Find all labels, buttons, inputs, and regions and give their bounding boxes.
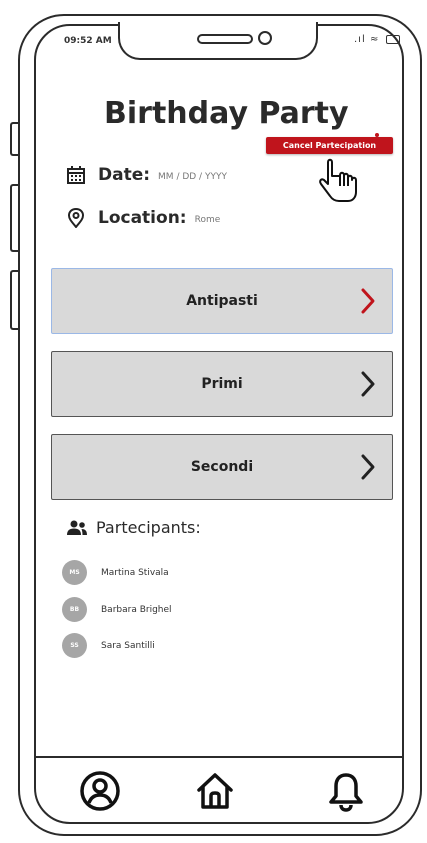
status-icons: .ıl ≈ [354,34,400,45]
camera-icon [258,31,272,45]
course-button-antipasti[interactable]: Antipasti [51,268,393,334]
chevron-right-icon [361,288,375,314]
participant-item[interactable]: SS Sara Santilli [62,633,155,658]
avatar: SS [62,633,87,658]
phone-side-button [10,270,18,330]
wifi-icon: ≈ [369,34,380,45]
bottom-nav-divider [36,756,402,758]
status-time: 09:52 AM [64,36,112,46]
date-label: Date: [98,165,151,185]
location-label: Location: [98,208,187,228]
date-value[interactable]: MM / DD / YYYY [158,172,227,182]
profile-icon[interactable] [79,770,121,812]
date-row: Date: MM / DD / YYYY [66,165,227,185]
avatar: MS [62,560,87,585]
page-title: Birthday Party [104,96,349,131]
chevron-right-icon [361,371,375,397]
cancel-participation-button[interactable]: Cancel Partecipation [266,137,393,154]
participants-heading: Partecipants: [66,518,201,537]
course-button-secondi[interactable]: Secondi [51,434,393,500]
calendar-icon [67,166,85,184]
chevron-right-icon [361,454,375,480]
bell-icon[interactable] [325,770,367,812]
participant-name: Martina Stivala [101,567,169,578]
pointer-hand-icon [319,158,357,202]
people-icon [67,520,87,535]
participant-item[interactable]: BB Barbara Brighel [62,597,172,622]
course-label: Secondi [190,459,254,475]
participant-name: Barbara Brighel [101,604,172,615]
phone-side-button [10,122,18,156]
speaker-icon [197,34,253,44]
location-pin-icon [67,208,85,228]
location-row: Location: Rome [66,208,220,228]
location-value: Rome [194,214,221,225]
avatar: BB [62,597,87,622]
participant-name: Sara Santilli [101,640,155,651]
battery-icon [385,34,400,44]
phone-side-button [10,184,18,252]
course-label: Antipasti [186,293,258,309]
signal-icon: .ıl [354,34,366,45]
participants-label: Partecipants: [96,518,201,537]
home-icon[interactable] [194,770,236,812]
participant-item[interactable]: MS Martina Stivala [62,560,169,585]
course-button-primi[interactable]: Primi [51,351,393,417]
course-label: Primi [201,376,243,392]
